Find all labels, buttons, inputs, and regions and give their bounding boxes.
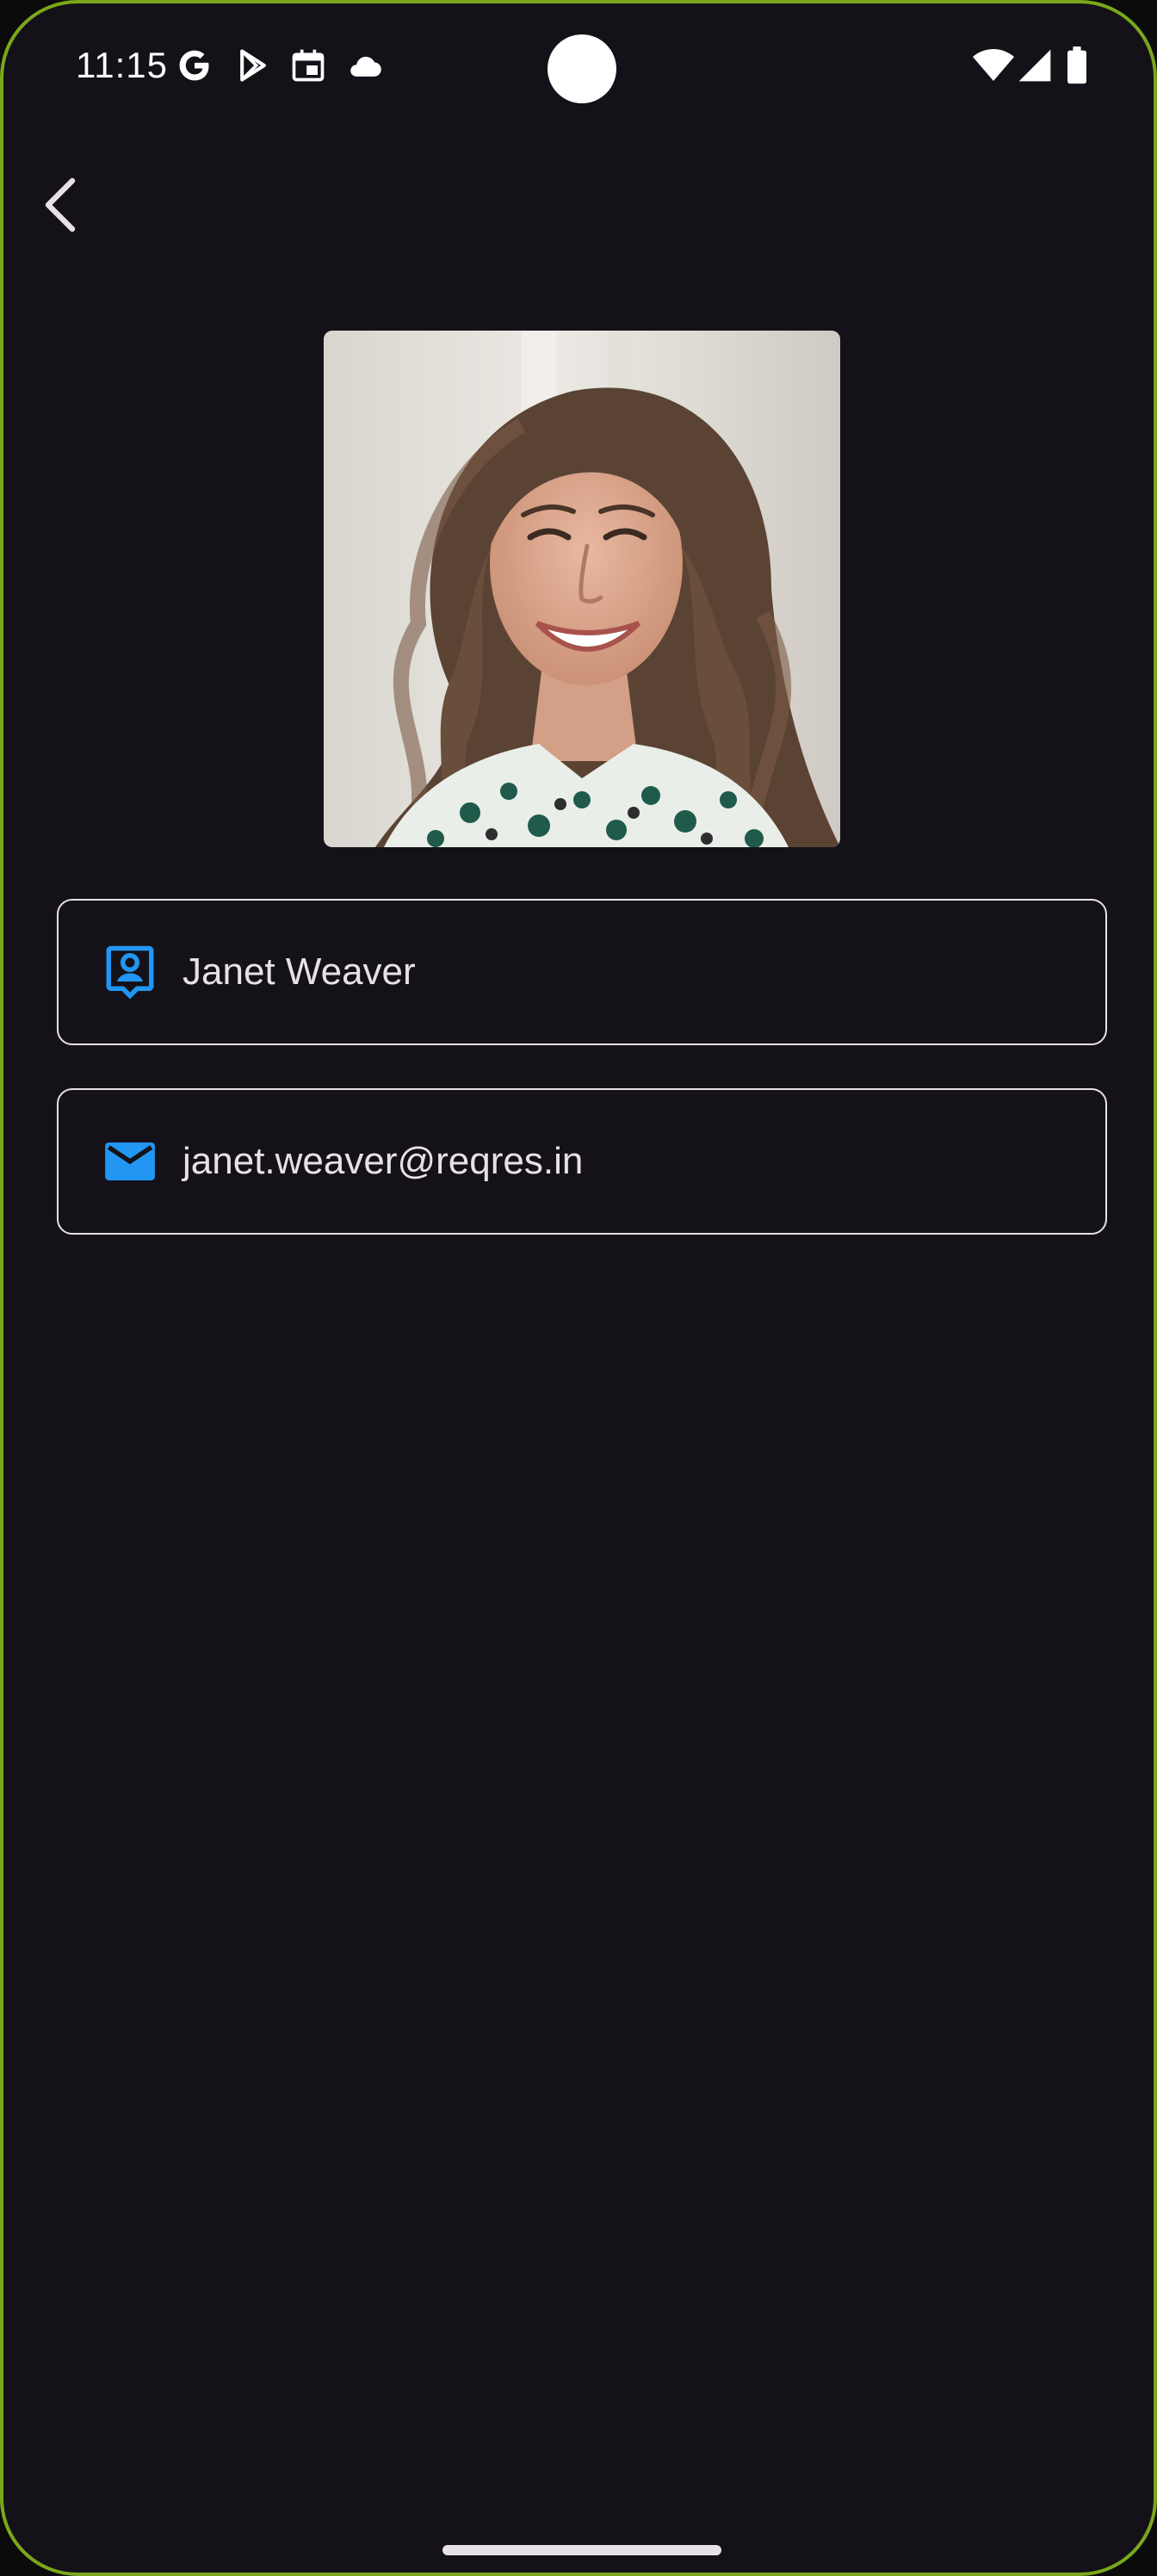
play-store-icon [234,46,272,84]
calendar-icon [289,46,327,84]
name-text: Janet Weaver [183,951,416,993]
status-bar: 11:15 [3,3,1154,133]
chevron-left-icon [40,174,81,240]
back-button[interactable] [29,167,91,246]
google-icon [176,46,213,84]
battery-icon [1064,46,1102,84]
email-text: janet.weaver@reqres.in [183,1140,584,1182]
contact-badge-icon [102,944,158,1000]
name-field[interactable]: Janet Weaver [57,899,1107,1045]
email-field[interactable]: janet.weaver@reqres.in [57,1088,1107,1235]
signal-icon [1016,46,1054,84]
cloud-icon [346,46,384,84]
home-indicator[interactable] [442,2545,721,2555]
avatar [324,331,840,847]
camera-cutout [548,34,616,103]
device-frame: 11:15 Janet Weaver janet.weaver@reqres.i… [0,0,1157,2576]
status-time: 11:15 [76,45,168,85]
wifi-icon [973,46,1014,84]
mail-icon [102,1133,158,1190]
